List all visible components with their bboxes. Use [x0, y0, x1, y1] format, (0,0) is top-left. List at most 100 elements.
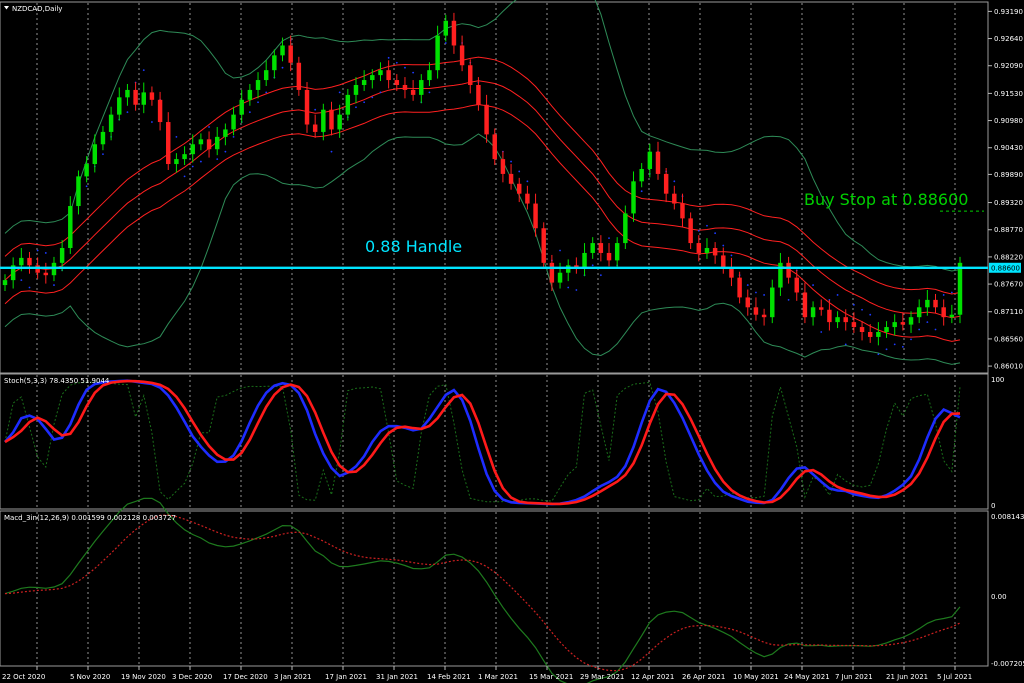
sar-dot [722, 244, 725, 247]
candle-body [51, 262, 57, 276]
sar-dot [706, 224, 708, 227]
sar-dot [812, 284, 814, 286]
sar-dot [232, 135, 235, 138]
candle-body [843, 317, 848, 323]
candle-body [941, 307, 946, 318]
sar-dot [404, 66, 406, 69]
time-tick-label: 31 Jan 2021 [376, 673, 418, 681]
candle-body [949, 314, 955, 318]
sar-dot [208, 126, 210, 128]
candle-body [378, 70, 383, 76]
candle-body [590, 243, 595, 253]
sar-dot [575, 289, 578, 291]
price-tick-label: 0.87670 [994, 281, 1023, 289]
candle-body [468, 65, 473, 85]
sar-dot [836, 294, 839, 296]
candle-body [353, 84, 359, 95]
candle-body [402, 84, 408, 90]
sar-dot [44, 252, 47, 254]
sar-dot [183, 175, 186, 178]
candle-body [492, 134, 497, 160]
candle-body [835, 317, 840, 323]
candle-body [582, 252, 587, 268]
candle-body [933, 299, 938, 308]
candle-body [19, 257, 24, 266]
handle-annotation: 0.88 Handle [365, 237, 462, 256]
time-tick-label: 5 Jul 2021 [937, 673, 972, 681]
candle-body [655, 151, 661, 174]
time-tick-label: 7 Jun 2021 [835, 673, 873, 681]
sar-dot [142, 69, 145, 72]
candle-body [35, 265, 40, 273]
svg-text:0.88600: 0.88600 [991, 264, 1020, 272]
candle-body [288, 45, 293, 63]
sar-dot [893, 343, 896, 346]
sar-dot [126, 111, 129, 114]
sar-dot [567, 286, 570, 289]
sar-dot [191, 165, 194, 168]
sar-dot [85, 185, 88, 188]
candle-body [108, 114, 114, 132]
sar-dot [950, 291, 953, 294]
candle-body [117, 97, 122, 115]
candle-body [157, 99, 163, 123]
time-tick-label: 3 Dec 2020 [172, 673, 212, 681]
sar-dot [53, 284, 55, 286]
candle-body [476, 84, 481, 105]
candle-body [884, 327, 889, 332]
candle-body [908, 317, 914, 325]
sar-dot [640, 190, 643, 193]
candle-body [916, 307, 922, 318]
candle-body [304, 89, 310, 125]
candle-body [770, 287, 775, 318]
candle-body [549, 262, 555, 283]
time-tick-label: 19 Nov 2020 [121, 673, 166, 681]
candle-body [345, 94, 351, 115]
candle-body [370, 75, 375, 81]
candle-body [525, 193, 530, 204]
stoch-label: Stoch(5,3,3) 78.4350 51.9044 [4, 377, 110, 385]
sar-dot [844, 343, 847, 346]
candle-body [810, 307, 816, 318]
candle-body [263, 70, 269, 81]
sar-dot [36, 249, 39, 252]
candle-body [859, 327, 865, 332]
candle-body [541, 228, 546, 263]
candle-body [296, 62, 302, 90]
candle-body [255, 80, 261, 90]
candle-body [43, 272, 49, 276]
candle-body [190, 144, 195, 155]
sar-dot [199, 160, 202, 163]
sar-dot [412, 71, 415, 74]
candle-body [141, 92, 146, 105]
candle-body [27, 257, 32, 266]
sar-dot [395, 61, 398, 64]
candle-body [827, 309, 832, 323]
candle-body [68, 206, 73, 249]
time-tick-label: 12 Apr 2021 [631, 673, 674, 681]
time-tick-label: 10 May 2021 [733, 673, 779, 681]
candle-body [223, 129, 228, 137]
sar-dot [559, 249, 561, 252]
time-tick-label: 29 Mar 2021 [580, 673, 624, 681]
candle-body [957, 262, 963, 315]
sar-dot [102, 153, 104, 156]
stoch-axis-0: 0 [991, 502, 995, 510]
candle-body [696, 243, 702, 253]
sar-dot [730, 254, 733, 257]
candle-body [892, 322, 897, 328]
candle-body [100, 131, 106, 145]
sar-dot [510, 160, 512, 163]
sar-dot [216, 158, 219, 160]
candle-body [598, 243, 604, 253]
candle-body [925, 299, 930, 308]
candle-body [198, 139, 204, 145]
sar-dot [901, 345, 904, 348]
candle-body [92, 144, 98, 165]
time-tick-label: 3 Jan 2021 [274, 673, 312, 681]
sar-dot [379, 91, 382, 94]
time-tick-label: 15 Mar 2021 [529, 673, 573, 681]
candle-body [239, 99, 244, 115]
candle-body [125, 89, 130, 98]
price-tick-label: 0.88770 [994, 226, 1023, 234]
